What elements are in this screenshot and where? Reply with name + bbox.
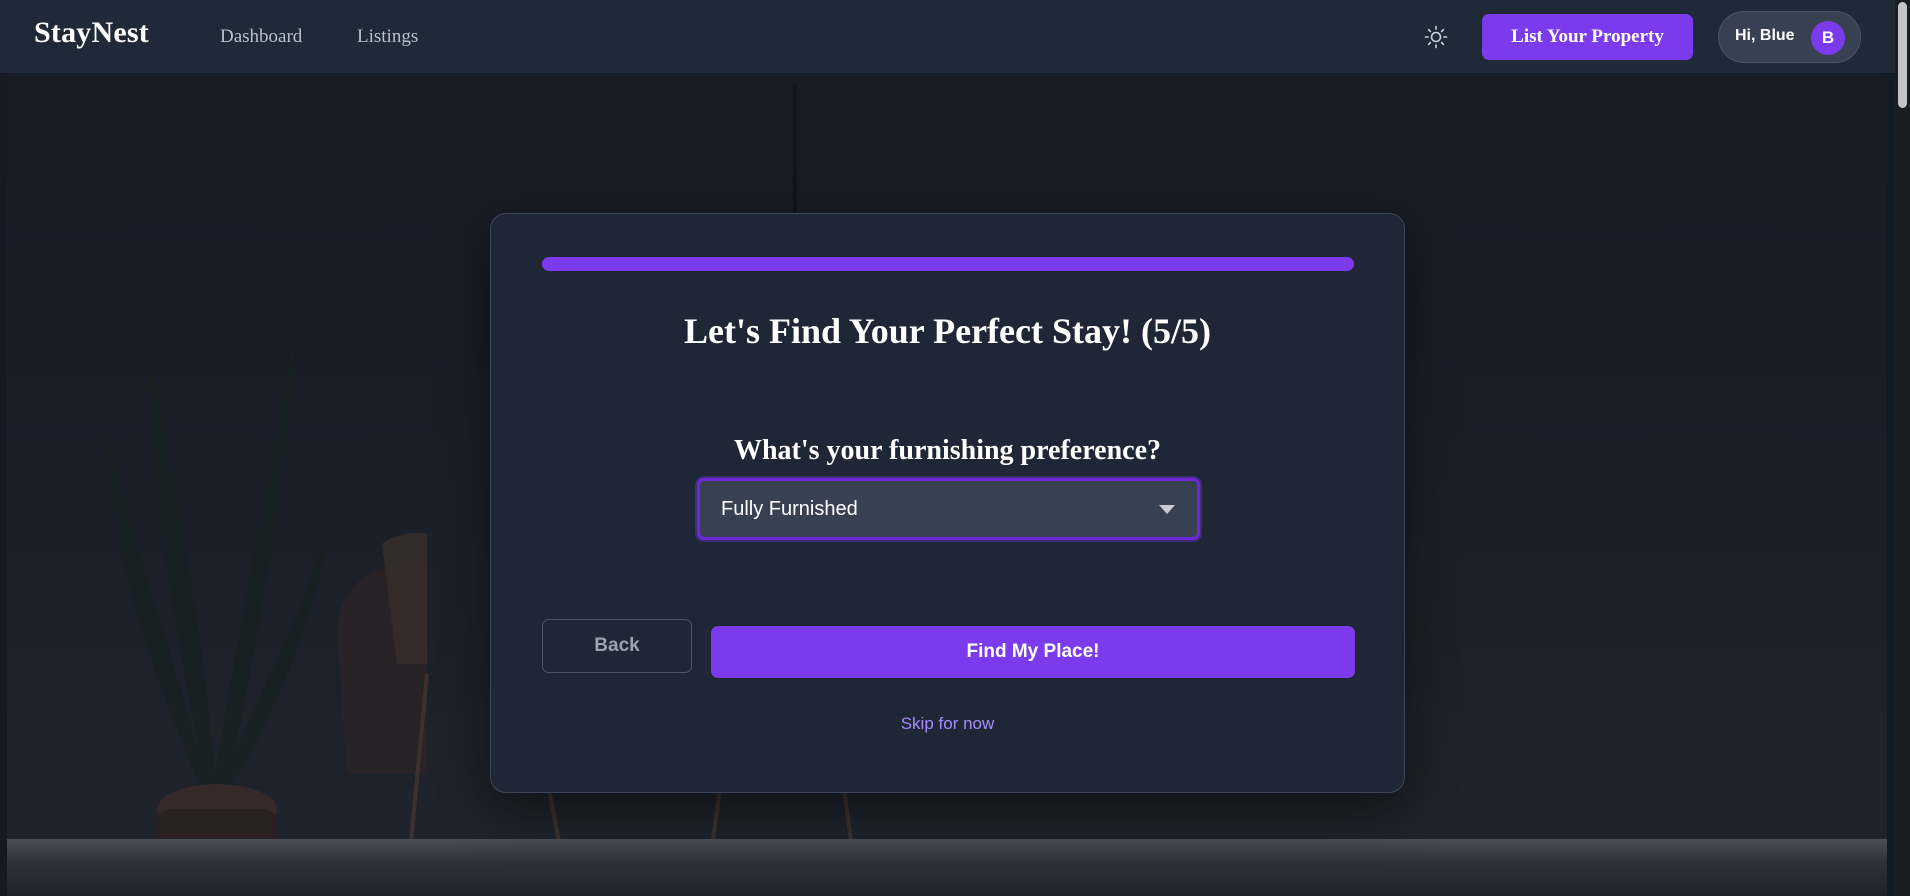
user-greeting: Hi, Blue	[1735, 27, 1795, 44]
avatar: B	[1811, 21, 1845, 55]
nav-link-dashboard[interactable]: Dashboard	[220, 26, 302, 48]
progress-bar-fill	[542, 257, 1354, 271]
page-scrollbar[interactable]	[1895, 0, 1910, 896]
top-navbar: StayNest Dashboard Listings List Your Pr…	[0, 0, 1895, 74]
preference-wizard-card: Let's Find Your Perfect Stay! (5/5) What…	[490, 213, 1405, 793]
scrollbar-thumb[interactable]	[1898, 2, 1907, 108]
question-label: What's your furnishing preference?	[733, 435, 1161, 466]
skip-link[interactable]: Skip for now	[491, 714, 1404, 734]
back-button[interactable]: Back	[542, 619, 692, 673]
find-my-place-button[interactable]: Find My Place!	[711, 626, 1355, 678]
nav-link-listings[interactable]: Listings	[357, 26, 418, 48]
theme-toggle-button[interactable]	[1422, 23, 1450, 51]
chevron-down-icon	[1159, 505, 1175, 514]
brand-logo[interactable]: StayNest	[34, 16, 149, 50]
list-property-button[interactable]: List Your Property	[1482, 14, 1693, 60]
progress-bar	[542, 257, 1354, 271]
select-value: Fully Furnished	[721, 498, 858, 520]
furnishing-select[interactable]: Fully Furnished	[697, 478, 1200, 540]
sun-icon	[1424, 25, 1448, 49]
user-menu-button[interactable]: Hi, Blue B	[1718, 11, 1861, 63]
wizard-title: Let's Find Your Perfect Stay! (5/5)	[684, 311, 1211, 351]
